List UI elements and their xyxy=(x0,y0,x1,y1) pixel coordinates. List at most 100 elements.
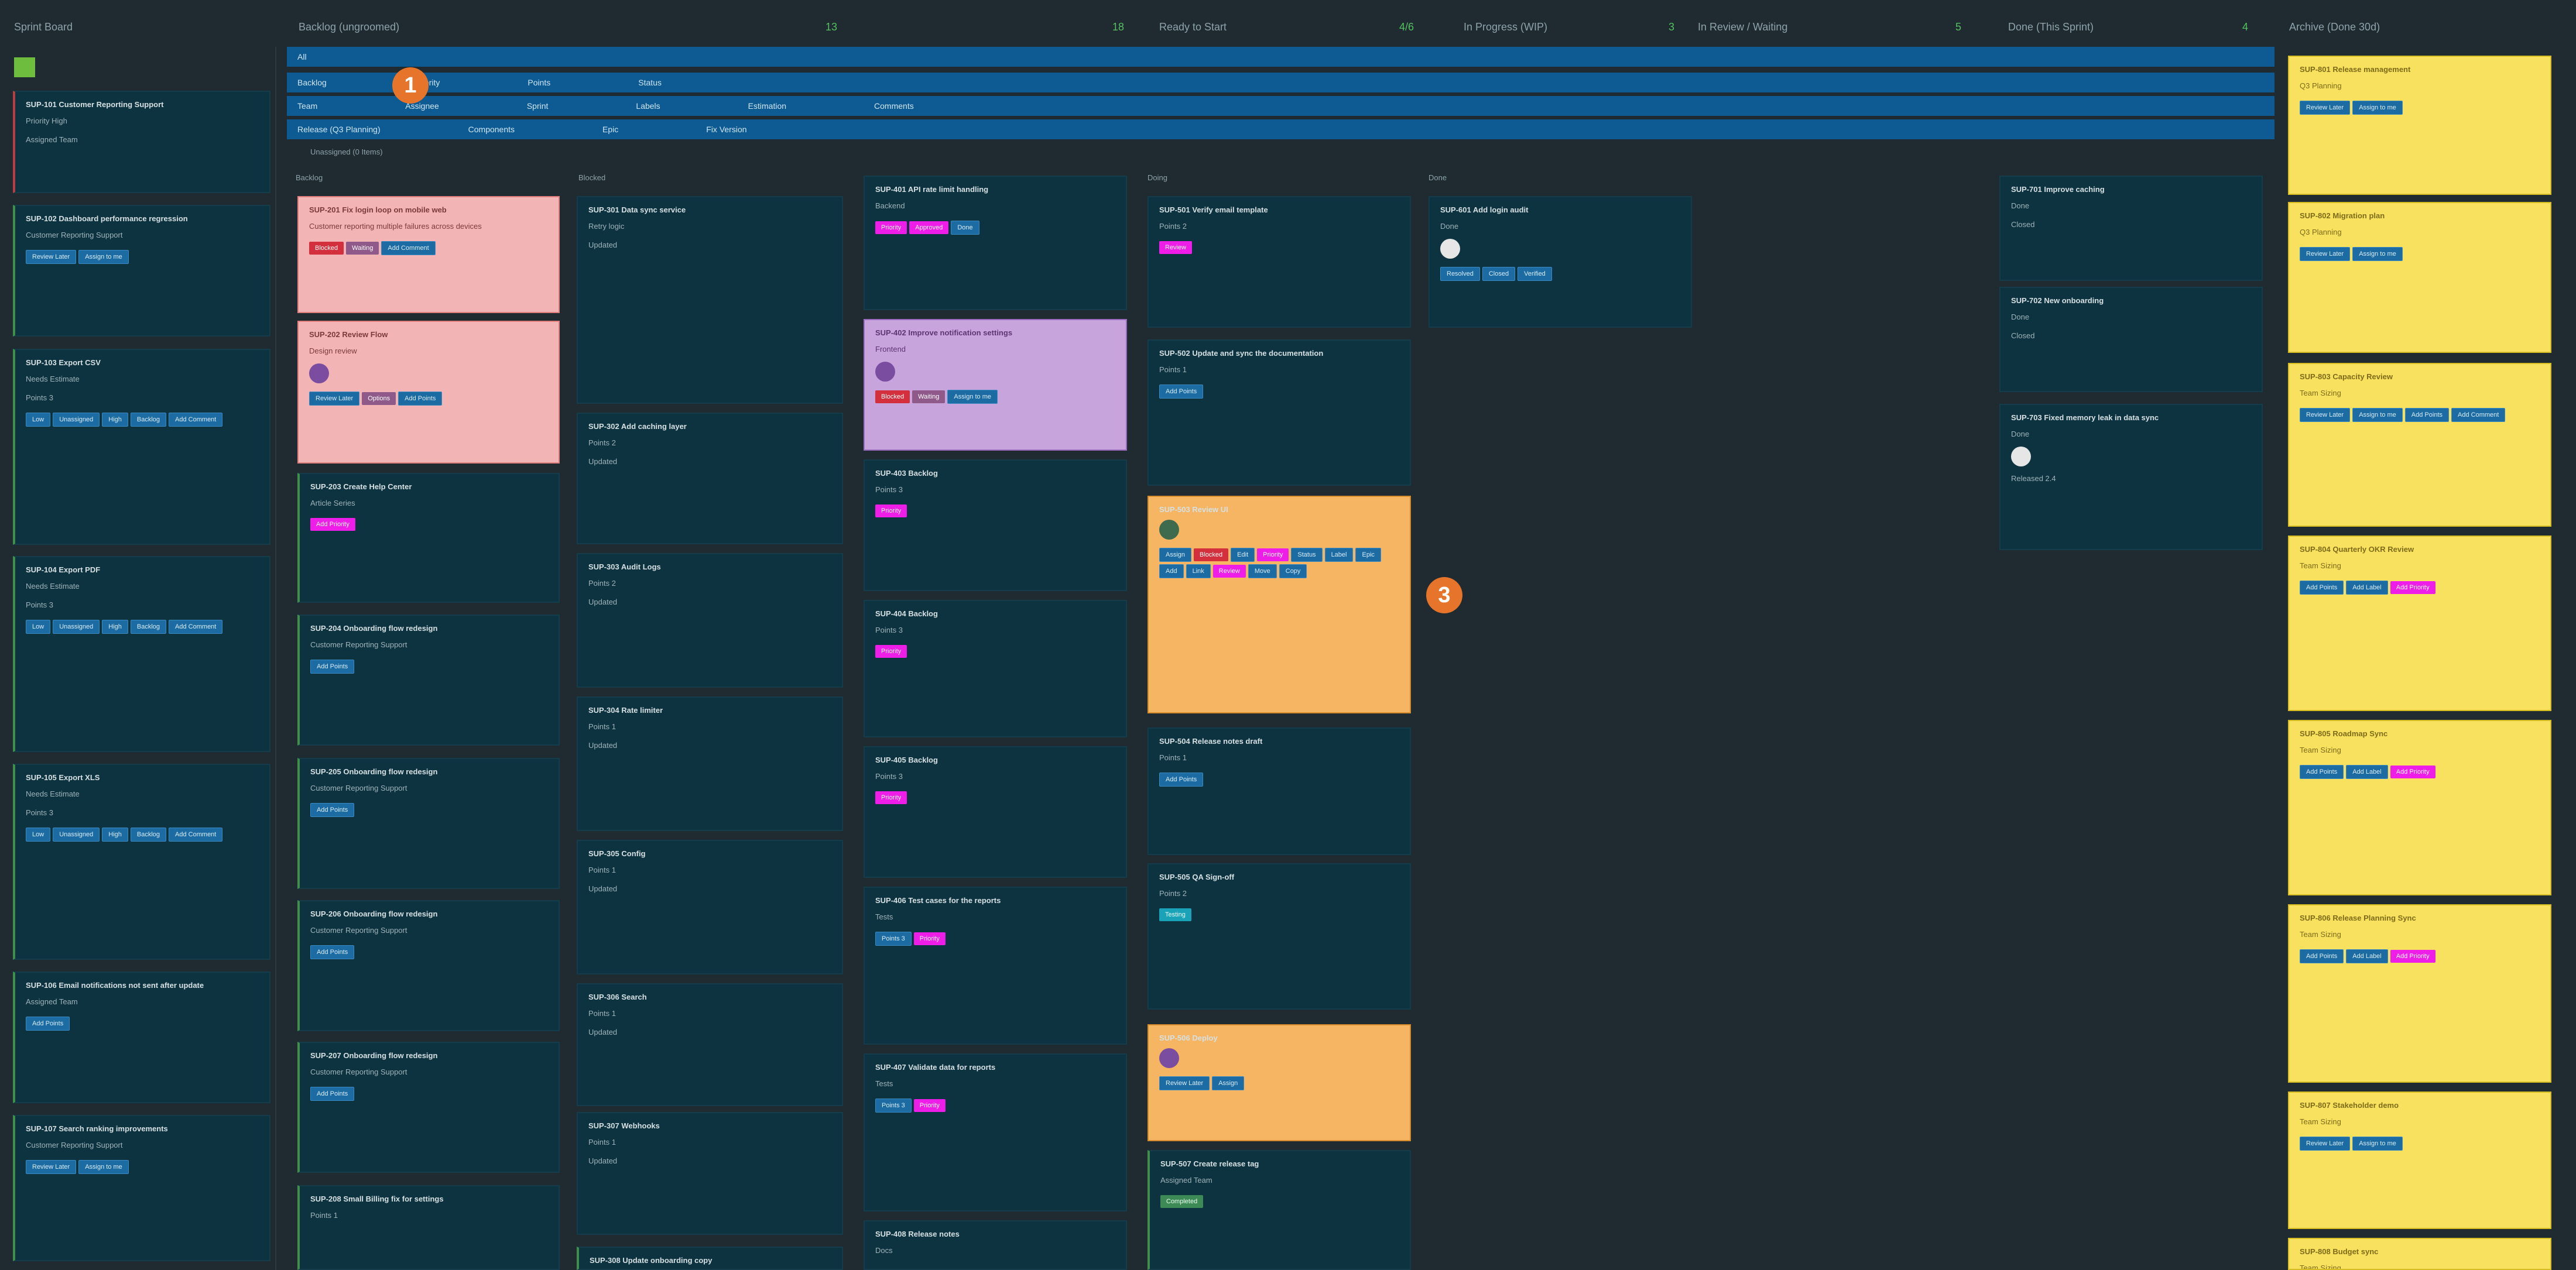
task-card[interactable]: SUP-207 Onboarding flow redesign Customer… xyxy=(297,1042,560,1173)
tag-chip[interactable]: Add Label xyxy=(2346,581,2388,595)
task-card[interactable]: SUP-807 Stakeholder demo Team Sizing Revie… xyxy=(2288,1091,2551,1229)
column-header-title[interactable]: Backlog (ungroomed) xyxy=(299,21,399,33)
task-card[interactable]: SUP-103 Export CSV Needs Estimate Points 3… xyxy=(13,349,270,545)
task-card[interactable]: SUP-406 Test cases for the reports Tests P… xyxy=(864,887,1127,1045)
task-card[interactable]: SUP-801 Release management Q3 Planning Rev… xyxy=(2288,56,2551,195)
tag-chip[interactable]: Waiting xyxy=(912,390,946,403)
tag-chip[interactable]: Add Priority xyxy=(2390,581,2435,594)
tag-chip[interactable]: Assign to me xyxy=(78,1160,129,1174)
tag-chip[interactable]: Add Points xyxy=(2300,949,2344,963)
tag-chip[interactable]: Label xyxy=(1324,548,1354,562)
tag-chip[interactable]: Review Later xyxy=(309,392,360,406)
tag-chip[interactable]: Add xyxy=(1159,564,1184,578)
tag-chip[interactable]: Closed xyxy=(1482,267,1516,281)
task-card[interactable]: SUP-702 New onboarding Done Closed xyxy=(1999,287,2263,392)
tag-chip[interactable]: Review Later xyxy=(1159,1076,1210,1090)
tag-chip[interactable]: Assign to me xyxy=(2352,408,2403,422)
tag-chip[interactable]: Resolved xyxy=(1440,267,1480,281)
tag-chip[interactable]: Assign xyxy=(1212,1076,1245,1090)
task-card[interactable]: SUP-805 Roadmap Sync Team Sizing Add Point… xyxy=(2288,720,2551,895)
task-card[interactable]: SUP-304 Rate limiter Points 1 Updated xyxy=(577,696,843,831)
tag-chip[interactable]: Options xyxy=(362,392,396,405)
tag-chip[interactable]: High xyxy=(102,828,128,842)
tag-chip[interactable]: Priority xyxy=(875,791,907,804)
task-card[interactable]: SUP-601 Add login audit Done Resolved Close… xyxy=(1429,196,1692,328)
tag-chip[interactable]: Backlog xyxy=(130,828,167,842)
tag-chip[interactable]: Status xyxy=(1291,548,1323,562)
tag-chip[interactable]: Add Points xyxy=(310,660,355,674)
task-card[interactable]: SUP-303 Audit Logs Points 2 Updated xyxy=(577,553,843,688)
tag-chip[interactable]: Add Priority xyxy=(2390,766,2435,778)
tag-chip[interactable]: Points 3 xyxy=(875,932,912,946)
tag-chip[interactable]: Move xyxy=(1248,564,1277,578)
task-card[interactable]: SUP-105 Export XLS Needs Estimate Points 3… xyxy=(13,764,270,960)
task-card[interactable]: SUP-502 Update and sync the documentatio… xyxy=(1147,339,1411,486)
tag-chip[interactable]: Add Points xyxy=(1159,773,1204,787)
tag-chip[interactable]: Blocked xyxy=(875,390,910,403)
tag-chip[interactable]: Review Later xyxy=(2300,247,2351,261)
tag-chip[interactable]: Add Points xyxy=(26,1017,70,1031)
task-card[interactable]: SUP-306 Search Points 1 Updated xyxy=(577,983,843,1106)
tag-chip[interactable]: Priority xyxy=(875,221,907,234)
tag-chip[interactable]: Backlog xyxy=(130,413,167,427)
tag-chip[interactable]: Review Later xyxy=(2300,1137,2351,1151)
tag-chip[interactable]: Priority xyxy=(1257,548,1289,561)
tag-chip[interactable]: Approved xyxy=(909,221,949,234)
task-card[interactable]: SUP-302 Add caching layer Points 2 Updated xyxy=(577,413,843,544)
assignee-avatar[interactable] xyxy=(1159,1048,1179,1068)
tag-chip[interactable]: Add Points xyxy=(2404,408,2449,422)
task-card[interactable]: SUP-408 Release notes Docs xyxy=(864,1220,1127,1270)
tag-chip[interactable]: Add Points xyxy=(310,803,355,817)
task-card[interactable]: SUP-804 Quarterly OKR Review Team Sizing A… xyxy=(2288,536,2551,711)
task-card[interactable]: SUP-102 Dashboard performance regression… xyxy=(13,205,270,337)
task-card[interactable]: SUP-503 Review UI Assign Blocked Edit Priori… xyxy=(1147,496,1411,713)
assignee-avatar[interactable] xyxy=(2011,447,2031,466)
tag-chip[interactable]: Add Comment xyxy=(169,620,223,634)
tag-chip[interactable]: Unassigned xyxy=(53,413,100,427)
task-card[interactable]: SUP-106 Email notifications not sent aft… xyxy=(13,972,270,1103)
tag-chip[interactable]: Add Label xyxy=(2346,765,2388,779)
tag-chip[interactable]: Completed xyxy=(1160,1195,1204,1208)
tag-chip[interactable]: Review xyxy=(1159,241,1193,254)
task-card[interactable]: SUP-208 Small Billing fix for settings Po… xyxy=(297,1185,560,1270)
task-card[interactable]: SUP-803 Capacity Review Team Sizing Review… xyxy=(2288,363,2551,527)
task-card[interactable]: SUP-401 API rate limit handling Backend Pr… xyxy=(864,176,1127,310)
tag-chip[interactable]: Epic xyxy=(1355,548,1381,562)
tag-chip[interactable]: Add Comment xyxy=(169,828,223,842)
tag-chip[interactable]: Blocked xyxy=(1194,548,1229,561)
task-card[interactable]: SUP-402 Improve notification settings Fro… xyxy=(864,319,1127,451)
tag-chip[interactable]: Priority xyxy=(913,932,946,945)
column-header-title[interactable]: In Review / Waiting xyxy=(1698,21,1787,33)
tag-chip[interactable]: Add Priority xyxy=(310,518,355,531)
tag-chip[interactable]: Verified xyxy=(1517,267,1552,281)
task-card[interactable]: SUP-305 Config Points 1 Updated xyxy=(577,840,843,974)
tag-chip[interactable]: Add Points xyxy=(1159,385,1204,399)
task-card[interactable]: SUP-206 Onboarding flow redesign Customer… xyxy=(297,900,560,1031)
task-card[interactable]: SUP-104 Export PDF Needs Estimate Points 3… xyxy=(13,556,270,752)
tag-chip[interactable]: High xyxy=(102,620,128,634)
task-card[interactable]: SUP-307 Webhooks Points 1 Updated xyxy=(577,1112,843,1235)
task-card[interactable]: SUP-506 Deploy Review Later Assign xyxy=(1147,1024,1411,1141)
tag-chip[interactable]: Add Points xyxy=(310,945,355,959)
tag-chip[interactable]: High xyxy=(102,413,128,427)
tag-chip[interactable]: Add Comment xyxy=(169,413,223,427)
task-card[interactable]: SUP-802 Migration plan Q3 Planning Review … xyxy=(2288,202,2551,353)
task-card[interactable]: SUP-808 Budget sync Team Sizing xyxy=(2288,1238,2551,1270)
tag-chip[interactable]: Priority xyxy=(913,1099,946,1112)
tag-chip[interactable]: Blocked xyxy=(309,242,344,255)
tag-chip[interactable]: Link xyxy=(1186,564,1211,578)
tag-chip[interactable]: Add Points xyxy=(310,1087,355,1101)
task-card[interactable]: SUP-407 Validate data for reports Tests Po… xyxy=(864,1053,1127,1211)
task-card[interactable]: SUP-701 Improve caching Done Closed xyxy=(1999,176,2263,281)
task-card[interactable]: SUP-806 Release Planning Sync Team Sizing… xyxy=(2288,904,2551,1083)
task-card[interactable]: SUP-507 Create release tag Assigned Team C… xyxy=(1147,1150,1411,1270)
tag-chip[interactable]: Unassigned xyxy=(53,620,100,634)
tag-chip[interactable]: Priority xyxy=(875,645,907,658)
column-header-title[interactable]: Done (This Sprint) xyxy=(2008,21,2094,33)
tag-chip[interactable]: Assign xyxy=(1159,548,1192,562)
tag-chip[interactable]: Assign to me xyxy=(2352,247,2403,261)
swimlane-bar[interactable]: All xyxy=(287,47,2274,67)
tag-chip[interactable]: Low xyxy=(26,828,51,842)
task-card[interactable]: SUP-201 Fix login loop on mobile web Cust… xyxy=(297,196,560,313)
column-header-title[interactable]: Ready to Start xyxy=(1159,21,1227,33)
